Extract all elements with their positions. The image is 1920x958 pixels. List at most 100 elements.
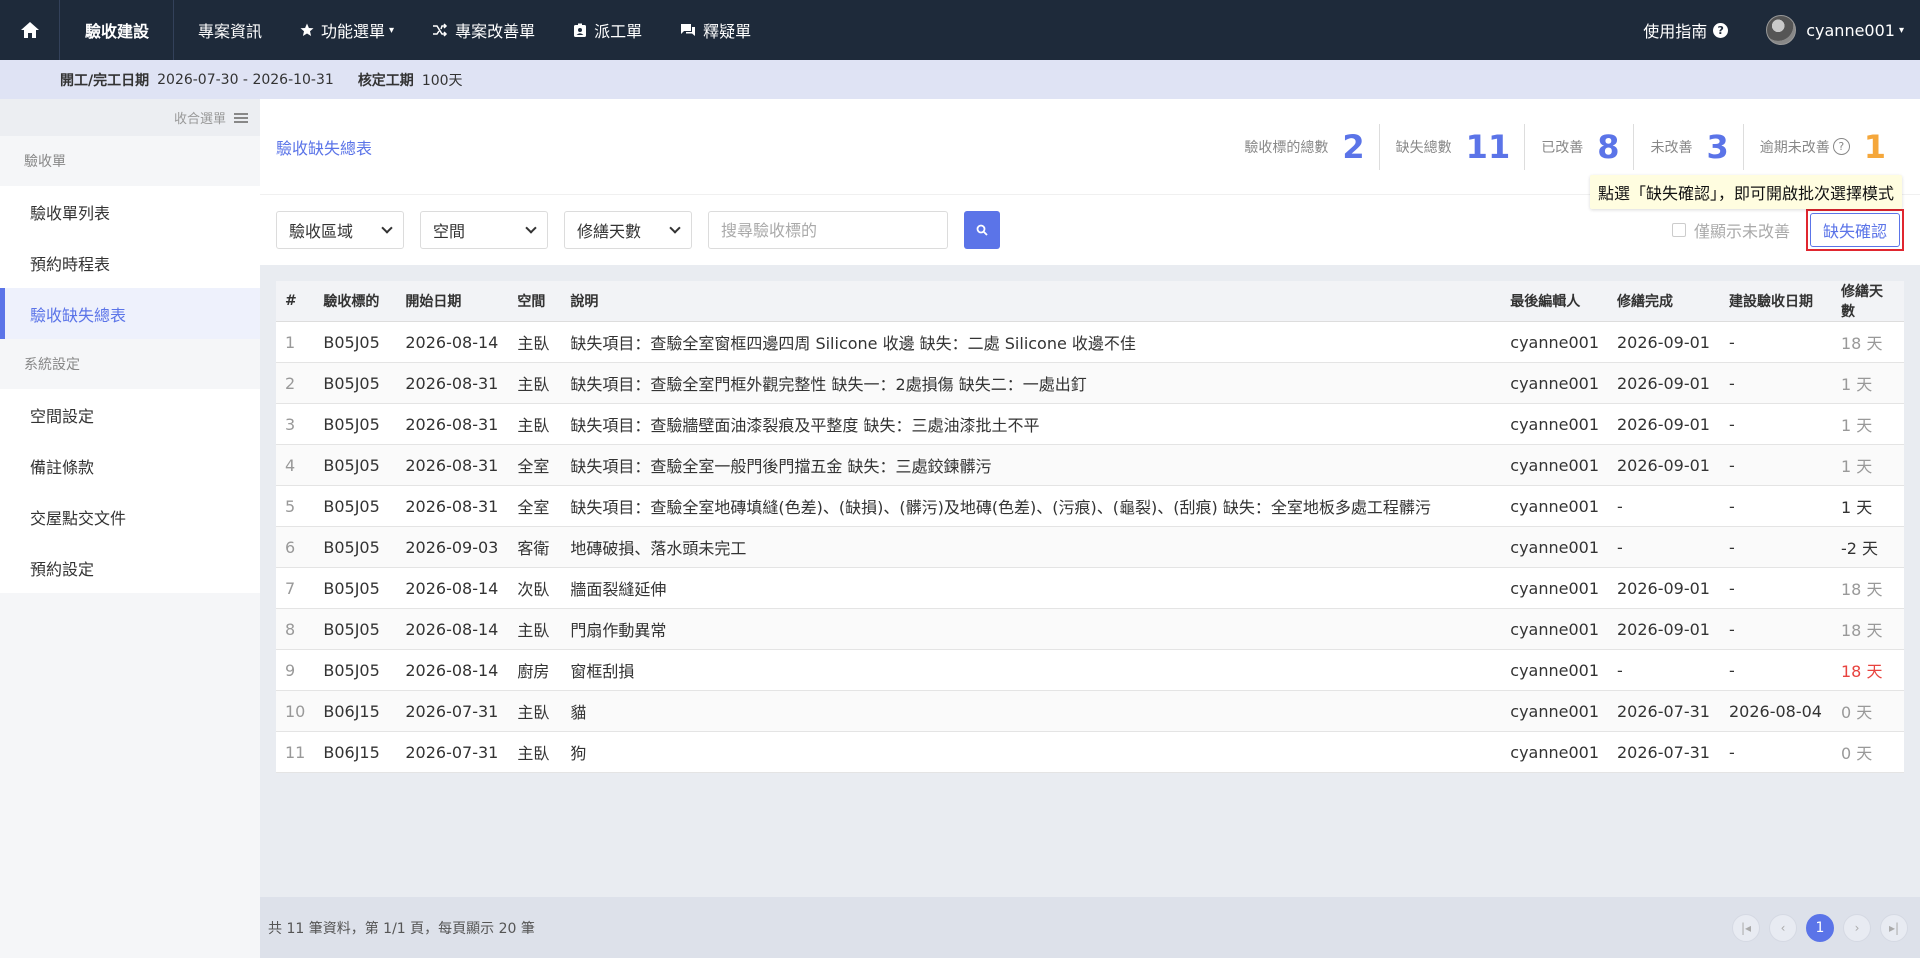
col-target: B06J15 [314,690,397,732]
sidebar-item-defect-summary[interactable]: 驗收缺失總表 [0,288,260,339]
table-row[interactable]: 10 B06J15 2026-07-31 主臥貓 cyanne001 2026-07-31… [276,690,1904,732]
col-index: 3 [276,403,315,445]
checkbox-icon[interactable] [1671,223,1686,237]
col-inspect-date: - [1720,608,1832,650]
brand-name[interactable]: 驗收建設 [60,0,175,60]
star-icon [300,23,314,37]
col-editor: cyanne001 [1501,567,1608,609]
col-space: 主臥 [508,731,562,773]
search-button[interactable] [964,211,1000,249]
sidebar-item-notes[interactable]: 備註條款 [0,440,260,491]
question-icon: ? [1713,22,1729,38]
sidebar: 收合選單 驗收單 驗收單列表 預約時程表 驗收缺失總表 系統設定 空間設定 備註… [0,99,260,958]
table-row[interactable]: 4 B05J05 2026-08-31 全室 缺失項目：查驗全室一般門後門擋五金 缺失：… [276,444,1904,486]
table-row[interactable]: 6 B05J05 2026-09-03 客衛 地磚破損、落水頭未完工 cyanne001-… [276,526,1904,568]
pagination: |◂ ‹ 1 › ▸| [1723,913,1920,942]
sidebar-item-label: 驗收單列表 [30,203,111,223]
table-row[interactable]: 8 B05J05 2026-08-14 主臥 門扇作動異常 cyanne001 2026-0… [276,608,1904,650]
col-description: 缺失項目：查驗牆壁面油漆裂痕及平整度 缺失：三處油漆批土不平 [561,403,1502,445]
col-index: 11 [276,731,315,773]
period-label: 核定工期 [357,72,414,89]
nav-dispatch-form-label: 派工單 [594,22,643,41]
prev-page-icon[interactable]: ‹ [1769,913,1797,942]
sidebar-item-handover-docs[interactable]: 交屋點交文件 [0,491,260,542]
user-guide-label: 使用指南 [1643,22,1708,41]
table-row[interactable]: 5 B05J05 2026-08-31 全室 缺失項目：查驗全室地磚填縫(色差)、(缺損… [276,485,1904,527]
col-inspect-date: - [1720,321,1832,363]
nav-function-menu[interactable]: 功能選單 ▾ [286,0,408,60]
col-index: 8 [276,608,315,650]
defect-confirm-button[interactable]: 缺失確認 [1809,213,1900,247]
table-row[interactable]: 2 B05J05 2026-08-31 主臥 缺失項目：查驗全室門框外觀完整性 缺失一：… [276,362,1904,404]
only-unimproved-label: 僅顯示未改善 [1693,222,1790,241]
col-inspect-date: - [1720,485,1832,527]
first-page-icon[interactable]: |◂ [1732,913,1760,942]
main-content: 驗收缺失總表 驗收標的總數 2 缺失總數 11 已改善 8 未改善 3 逾期未改… [260,99,1920,958]
col-space: 次臥 [508,567,562,609]
col-start-date: 2026-08-31 [396,362,509,404]
nav-improvement-form[interactable]: 專案改善單 [418,0,549,60]
sidebar-item-inspection-list[interactable]: 驗收單列表 [0,186,260,237]
last-page-icon[interactable]: ▸| [1880,913,1908,942]
header-col-start-date: 開始日期 [396,281,509,322]
area-select[interactable]: 驗收區域 [276,211,404,249]
col-repair-done: 2026-09-01 [1608,567,1720,609]
top-nav: 驗收建設 專案資訊 功能選單 ▾ 專案改善單 派工單 釋疑單 使用指南 ? cy… [0,0,1920,60]
col-target: B05J05 [314,649,397,691]
space-select[interactable]: 空間 [420,211,548,249]
nav-dispatch-form[interactable]: 派工單 [559,0,656,60]
nav-project-info[interactable]: 專案資訊 [184,0,276,60]
collapse-menu-button[interactable]: 收合選單 [0,99,260,136]
col-repair-done: 2026-09-01 [1608,444,1720,486]
col-editor: cyanne001 [1501,690,1608,732]
project-info-bar: 開工/完工日期 2026-07-30 - 2026-10-31 核定工期 100… [0,60,1920,99]
col-inspect-date: - [1720,403,1832,445]
search-icon [976,224,988,236]
user-guide-link[interactable]: 使用指南 ? [1643,18,1729,42]
chat-icon [680,23,696,37]
table-row[interactable]: 9 B05J05 2026-08-14 廚房 窗框刮損 cyanne001- -18 天 [276,649,1904,691]
only-unimproved-checkbox[interactable]: 僅顯示未改善 [1671,218,1790,242]
nav-clarification-form[interactable]: 釋疑單 [666,0,765,60]
col-target: B05J05 [314,608,397,650]
sidebar-item-schedule[interactable]: 預約時程表 [0,237,260,288]
col-description: 門扇作動異常 [561,608,1502,650]
col-inspect-date: - [1720,731,1832,773]
col-repair-done: 2026-09-01 [1608,362,1720,404]
col-target: B06J15 [314,731,397,773]
col-repair-done: 2026-09-01 [1608,321,1720,363]
table-row[interactable]: 7 B05J05 2026-08-14 次臥 牆面裂縫延伸 cyanne001 2026-0… [276,567,1904,609]
col-start-date: 2026-07-31 [396,690,509,732]
col-repair-done: 2026-09-01 [1608,403,1720,445]
table-row[interactable]: 3 B05J05 2026-08-31 主臥 缺失項目：查驗牆壁面油漆裂痕及平整度 缺失… [276,403,1904,445]
col-repair-days: 18 天 [1832,649,1904,691]
sidebar-item-space-settings[interactable]: 空間設定 [0,389,260,440]
page-number-button[interactable]: 1 [1806,913,1834,942]
col-repair-done: - [1608,526,1720,568]
stat-total-defects: 缺失總數 11 [1378,123,1525,170]
col-editor: cyanne001 [1501,362,1608,404]
col-description: 缺失項目：查驗全室地磚填縫(色差)、(缺損)、(髒污)及地磚(色差)、(污痕)、… [561,485,1502,527]
help-icon[interactable]: ? [1832,138,1850,155]
defect-table: # 驗收標的 開始日期 空間 說明 最後編輯人 修繕完成 建設驗收日期 修繕天數 1 B05J05… [276,281,1904,773]
col-repair-days: 18 天 [1832,567,1904,609]
stat-label-text: 逾期未改善 [1759,139,1830,156]
user-menu[interactable]: cyanne001 ▾ [1766,15,1904,45]
table-row[interactable]: 11 B06J15 2026-07-31 主臥狗 cyanne001 2026-07-31… [276,731,1904,773]
next-page-icon[interactable]: › [1843,913,1871,942]
stat-label: 已改善 [1541,139,1584,156]
col-description: 牆面裂縫延伸 [561,567,1502,609]
nav-improvement-form-label: 專案改善單 [455,22,536,41]
search-input[interactable] [708,211,948,249]
col-target: B05J05 [314,403,397,445]
table-row[interactable]: 1 B05J05 2026-08-14 主臥 缺失項目：查驗全室窗框四邊四周 Silic… [276,321,1904,363]
sidebar-item-booking-settings[interactable]: 預約設定 [0,542,260,593]
home-icon[interactable] [0,0,60,60]
stat-not-improved: 未改善 3 [1633,123,1742,170]
col-start-date: 2026-08-14 [396,567,509,609]
col-start-date: 2026-09-03 [396,526,509,568]
repair-days-select[interactable]: 修繕天數 [564,211,692,249]
date-value: 2026-07-30 - 2026-10-31 [157,71,334,88]
col-editor: cyanne001 [1501,321,1608,363]
header-col-space: 空間 [508,281,562,322]
